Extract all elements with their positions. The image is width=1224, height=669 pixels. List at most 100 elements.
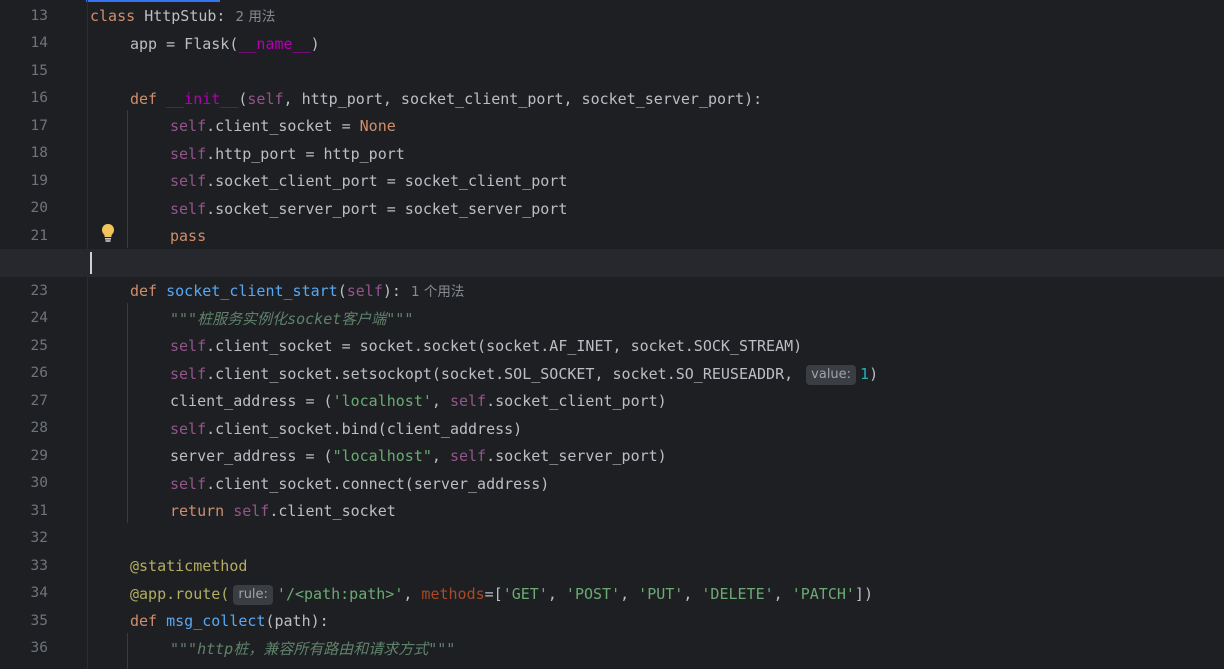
code-text: , http_port, socket_client_port, socket_… (283, 89, 763, 108)
line-number: 25 (30, 337, 48, 354)
code-line-13[interactable]: class HttpStub: 2 用法 (90, 3, 275, 32)
self-keyword: self (346, 282, 383, 300)
line-number: 13 (30, 7, 48, 24)
code-text: ): (382, 282, 401, 300)
line-number: 18 (30, 145, 48, 161)
function-name: __init__ (166, 89, 239, 108)
decorator: @staticmethod (130, 557, 248, 575)
line-number: 30 (30, 475, 48, 491)
code-text: , (431, 392, 450, 410)
self-keyword: self (170, 474, 207, 493)
keyword: return (170, 502, 234, 520)
code-text: .socket_client_port) (486, 392, 667, 410)
code-line-17[interactable]: self.client_socket = None (170, 113, 396, 141)
code-text: , (403, 584, 422, 603)
self-keyword: self (170, 117, 207, 135)
keyword: class (90, 7, 136, 25)
keyword: pass (170, 227, 207, 245)
code-line-18[interactable]: self.http_port = http_port (170, 141, 405, 169)
code-text: server_address = ( (170, 447, 333, 465)
string-literal: 'PUT' (638, 584, 684, 603)
code-line-16[interactable]: def __init__(self, http_port, socket_cli… (130, 86, 762, 114)
code-line-33[interactable]: @staticmethod (130, 553, 247, 581)
code-text: .client_socket (269, 502, 396, 520)
code-line-31[interactable]: return self.client_socket (170, 498, 396, 526)
code-text: .http_port = http_port (206, 144, 405, 163)
line-number: 26 (30, 365, 48, 381)
string-literal: 'PATCH' (791, 584, 855, 603)
string-literal: 'GET' (502, 584, 548, 603)
parameter-hint: rule: (233, 584, 273, 605)
keyword-argument: methods (421, 584, 485, 603)
code-text: , (547, 584, 566, 603)
usages-hint[interactable]: 1 个用法 (411, 284, 464, 300)
usages-hint[interactable]: 2 用法 (235, 9, 275, 25)
code-line-30[interactable]: self.client_socket.connect(server_addres… (170, 471, 549, 499)
code-line-35[interactable]: def msg_collect(path): (130, 608, 329, 636)
code-line-21[interactable]: pass (170, 223, 206, 251)
line-number: 16 (30, 90, 48, 106)
line-number: 31 (30, 502, 48, 519)
code-text: , (683, 584, 702, 603)
number-literal: 1 (860, 364, 870, 383)
line-number: 35 (30, 612, 48, 629)
code-line-34[interactable]: @app.route(rule: '/<path:path>', methods=… (130, 581, 873, 609)
self-keyword: self (170, 199, 207, 218)
parameter-hint: value: (806, 364, 857, 385)
code-line-25[interactable]: self.client_socket = socket.socket(socke… (170, 333, 802, 361)
code-text: app = Flask( (130, 34, 239, 53)
code-line-24[interactable]: """桩服务实例化socket客户端""" (170, 306, 413, 334)
line-number: 19 (30, 172, 48, 189)
code-text: ) (310, 34, 320, 53)
docstring: """http桩，兼容所有路由和请求方式""" (170, 639, 456, 658)
line-number: 27 (30, 392, 48, 409)
self-keyword: self (170, 144, 207, 163)
code-text: .client_socket = (206, 117, 360, 135)
line-number: 23 (30, 282, 48, 299)
string-literal: 'POST' (565, 584, 621, 603)
self-keyword: self (170, 419, 207, 438)
code-line-36[interactable]: """http桩，兼容所有路由和请求方式""" (170, 636, 455, 664)
code-text: .socket_server_port) (486, 447, 667, 465)
line-number: 29 (30, 447, 48, 464)
code-text: .client_socket.connect(server_address) (206, 474, 550, 493)
line-number-gutter[interactable]: 1314151617181920212223242526272829303132… (6, 0, 86, 669)
line-number: 24 (30, 310, 48, 326)
string-literal: '/<path:path>' (276, 584, 404, 603)
code-line-27[interactable]: client_address = ('localhost', self.sock… (170, 388, 667, 416)
self-keyword: self (170, 364, 207, 383)
code-line-20[interactable]: self.socket_server_port = socket_server_… (170, 196, 567, 224)
code-text: .socket_server_port = socket_server_port (206, 199, 568, 218)
code-line-29[interactable]: server_address = ("localhost", self.sock… (170, 443, 667, 471)
code-line-26[interactable]: self.client_socket.setsockopt(socket.SOL… (170, 361, 878, 389)
text-caret (90, 252, 92, 274)
code-text: , (620, 584, 639, 603)
docstring: """桩服务实例化socket客户端""" (170, 309, 414, 328)
self-keyword: self (449, 447, 487, 465)
keyword: None (359, 117, 396, 135)
code-text: client_address = ( (170, 392, 333, 410)
line-number: 20 (30, 200, 48, 216)
self-keyword: self (233, 502, 270, 520)
code-line-14[interactable]: app = Flask(__name__) (130, 31, 320, 59)
class-name: HttpStub: (144, 7, 226, 25)
decorator: @app.route( (130, 584, 230, 603)
line-number: 32 (30, 530, 48, 546)
line-number: 17 (30, 117, 48, 134)
keyword: def (130, 89, 167, 108)
line-number: 21 (30, 227, 48, 244)
code-line-19[interactable]: self.socket_client_port = socket_client_… (170, 168, 567, 196)
keyword: def (130, 282, 167, 300)
string-literal: "localhost" (332, 447, 432, 465)
self-keyword: self (247, 89, 284, 108)
code-line-23[interactable]: def socket_client_start(self): 1 个用法 (130, 278, 464, 307)
self-keyword: self (170, 337, 207, 355)
string-literal: 'localhost' (332, 392, 432, 410)
code-text: .client_socket = socket.socket(socket.AF… (206, 337, 803, 355)
keyword: def (130, 612, 167, 630)
code-text: .socket_client_port = socket_client_port (206, 172, 568, 190)
line-number: 28 (30, 420, 48, 436)
code-text: .client_socket.bind(client_address) (206, 419, 523, 438)
line-number: 33 (30, 557, 48, 574)
code-line-28[interactable]: self.client_socket.bind(client_address) (170, 416, 522, 444)
